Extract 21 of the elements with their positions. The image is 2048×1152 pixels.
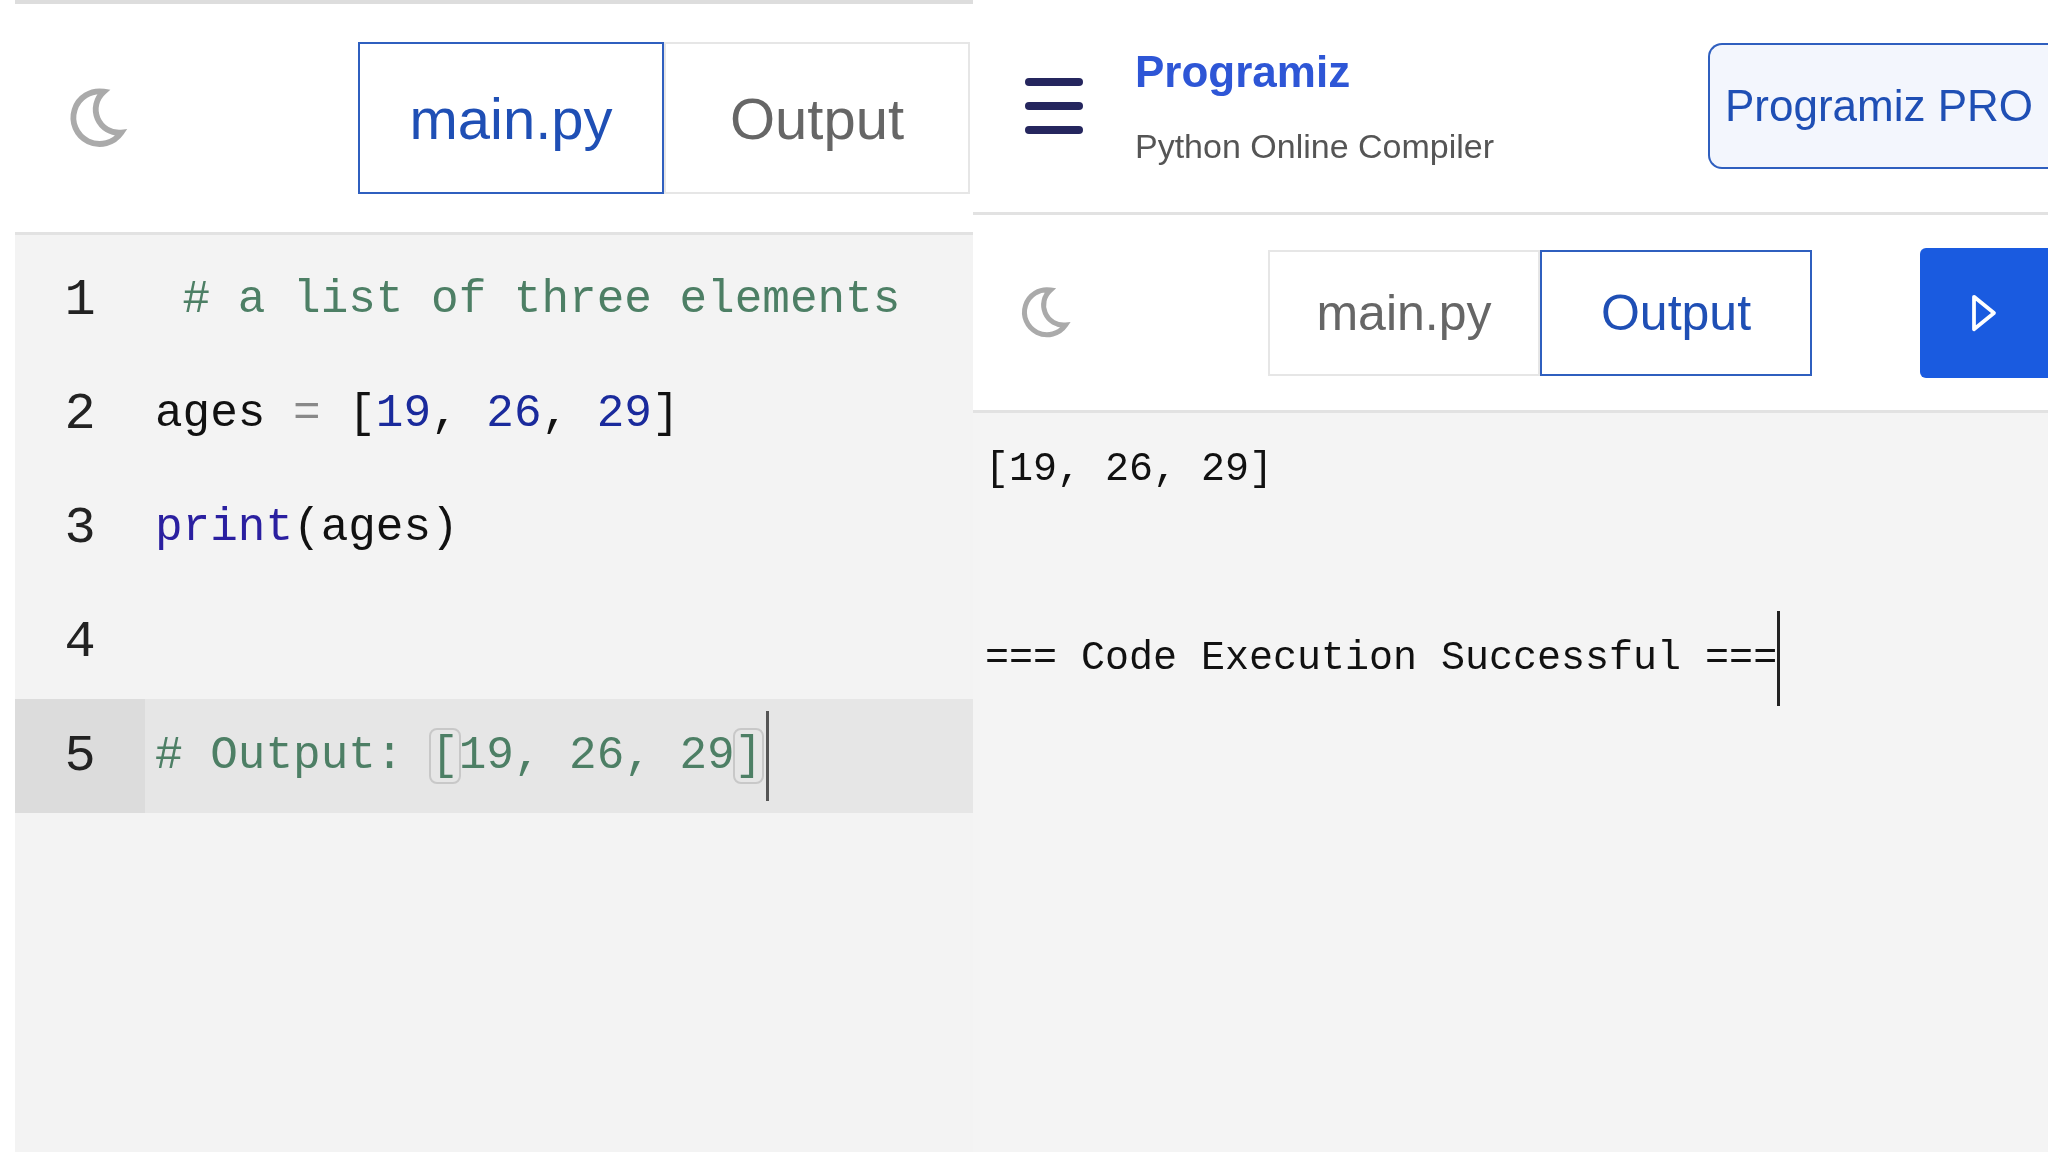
- code-line: ages = [19, 26, 29]: [155, 388, 680, 440]
- output-line: [19, 26, 29]: [985, 446, 1274, 492]
- line-number: 2: [63, 383, 97, 446]
- page-subtitle: Python Online Compiler: [1135, 126, 1495, 166]
- file-tab[interactable]: main.py: [358, 42, 664, 194]
- pro-button[interactable]: Programiz PRO: [1708, 43, 2048, 169]
- file-tab[interactable]: Output: [664, 42, 970, 194]
- line-number: 3: [63, 497, 97, 560]
- line-number: 5: [15, 699, 145, 813]
- output-line: === Code Execution Successful ===: [985, 635, 1778, 681]
- menu-icon[interactable]: [1025, 76, 1083, 136]
- code-line: # a list of three elements: [181, 274, 901, 326]
- file-tab[interactable]: main.py: [1268, 249, 1540, 376]
- line-number: 1: [63, 269, 97, 332]
- run-button[interactable]: [1920, 247, 2048, 378]
- line-number: 4: [63, 611, 97, 674]
- file-tab[interactable]: Output: [1540, 249, 1812, 376]
- brand-logo[interactable]: Programiz: [1135, 46, 1495, 97]
- code-line: print(ages): [155, 502, 459, 554]
- code-line: # Output: [19, 26, 29]: [155, 730, 763, 782]
- code-editor[interactable]: 1 # a list of three elements 2 ages = [19, 26, 29] 3 print(ages) 4 5 # Output: [19, 26, 29]: [15, 235, 973, 1152]
